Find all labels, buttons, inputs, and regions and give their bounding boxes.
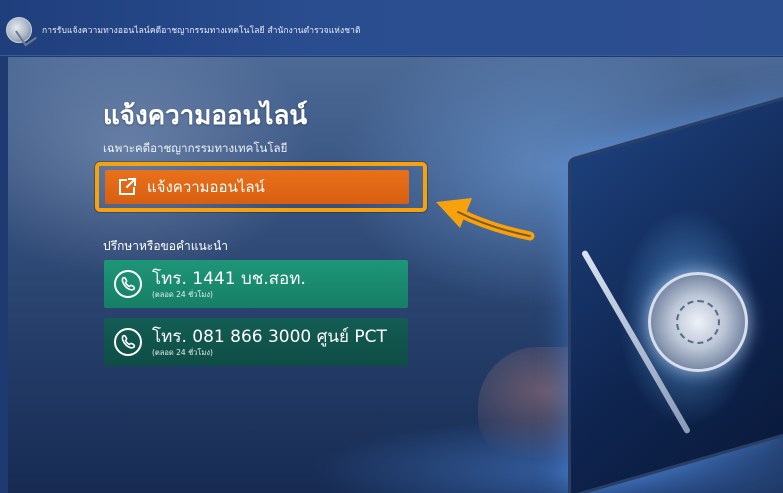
phone-icon — [114, 328, 142, 356]
police-seal-logo-icon[interactable] — [6, 17, 37, 47]
report-online-button[interactable]: แจ้งความออนไลน์ — [105, 170, 409, 204]
phone-icon — [114, 270, 142, 298]
hotline-number: โทร. 081 866 3000 ศูนย์ PCT — [152, 326, 387, 347]
browser-frame: การรับแจ้งความทางออนไลน์คดีอาชญากรรมทางเ… — [0, 0, 783, 493]
hotline-number: โทร. 1441 บช.สอท. — [152, 268, 306, 289]
logo-mark — [15, 23, 37, 47]
hotline-1441-text: โทร. 1441 บช.สอท. (ตลอด 24 ชั่วโมง) — [152, 269, 306, 300]
annotation-arrow-icon — [430, 188, 540, 248]
edit-external-icon — [117, 177, 137, 197]
hotline-pct-text: โทร. 081 866 3000 ศูนย์ PCT (ตลอด 24 ชั่… — [152, 327, 387, 358]
page-subtitle: เฉพาะคดีอาชญากรรมทางเทคโนโลยี — [103, 141, 288, 155]
hotline-hours: (ตลอด 24 ชั่วโมง) — [152, 289, 213, 299]
site-title: การรับแจ้งความทางออนไลน์คดีอาชญากรรมทางเ… — [42, 26, 361, 36]
hotline-hours: (ตลอด 24 ชั่วโมง) — [152, 347, 213, 357]
consult-heading: ปรึกษาหรือขอคำแนะนำ — [103, 239, 229, 253]
report-online-label: แจ้งความออนไลน์ — [147, 178, 265, 196]
page-title: แจ้งความออนไลน์ — [103, 101, 308, 131]
hotline-pct-button[interactable]: โทร. 081 866 3000 ศูนย์ PCT (ตลอด 24 ชั่… — [104, 318, 408, 366]
hotline-1441-button[interactable]: โทร. 1441 บช.สอท. (ตลอด 24 ชั่วโมง) — [104, 260, 408, 308]
emblem-inner-ring — [676, 300, 720, 344]
police-emblem-illustration — [648, 272, 748, 372]
site-header: การรับแจ้งความทางออนไลน์คดีอาชญากรรมทางเ… — [0, 0, 783, 56]
